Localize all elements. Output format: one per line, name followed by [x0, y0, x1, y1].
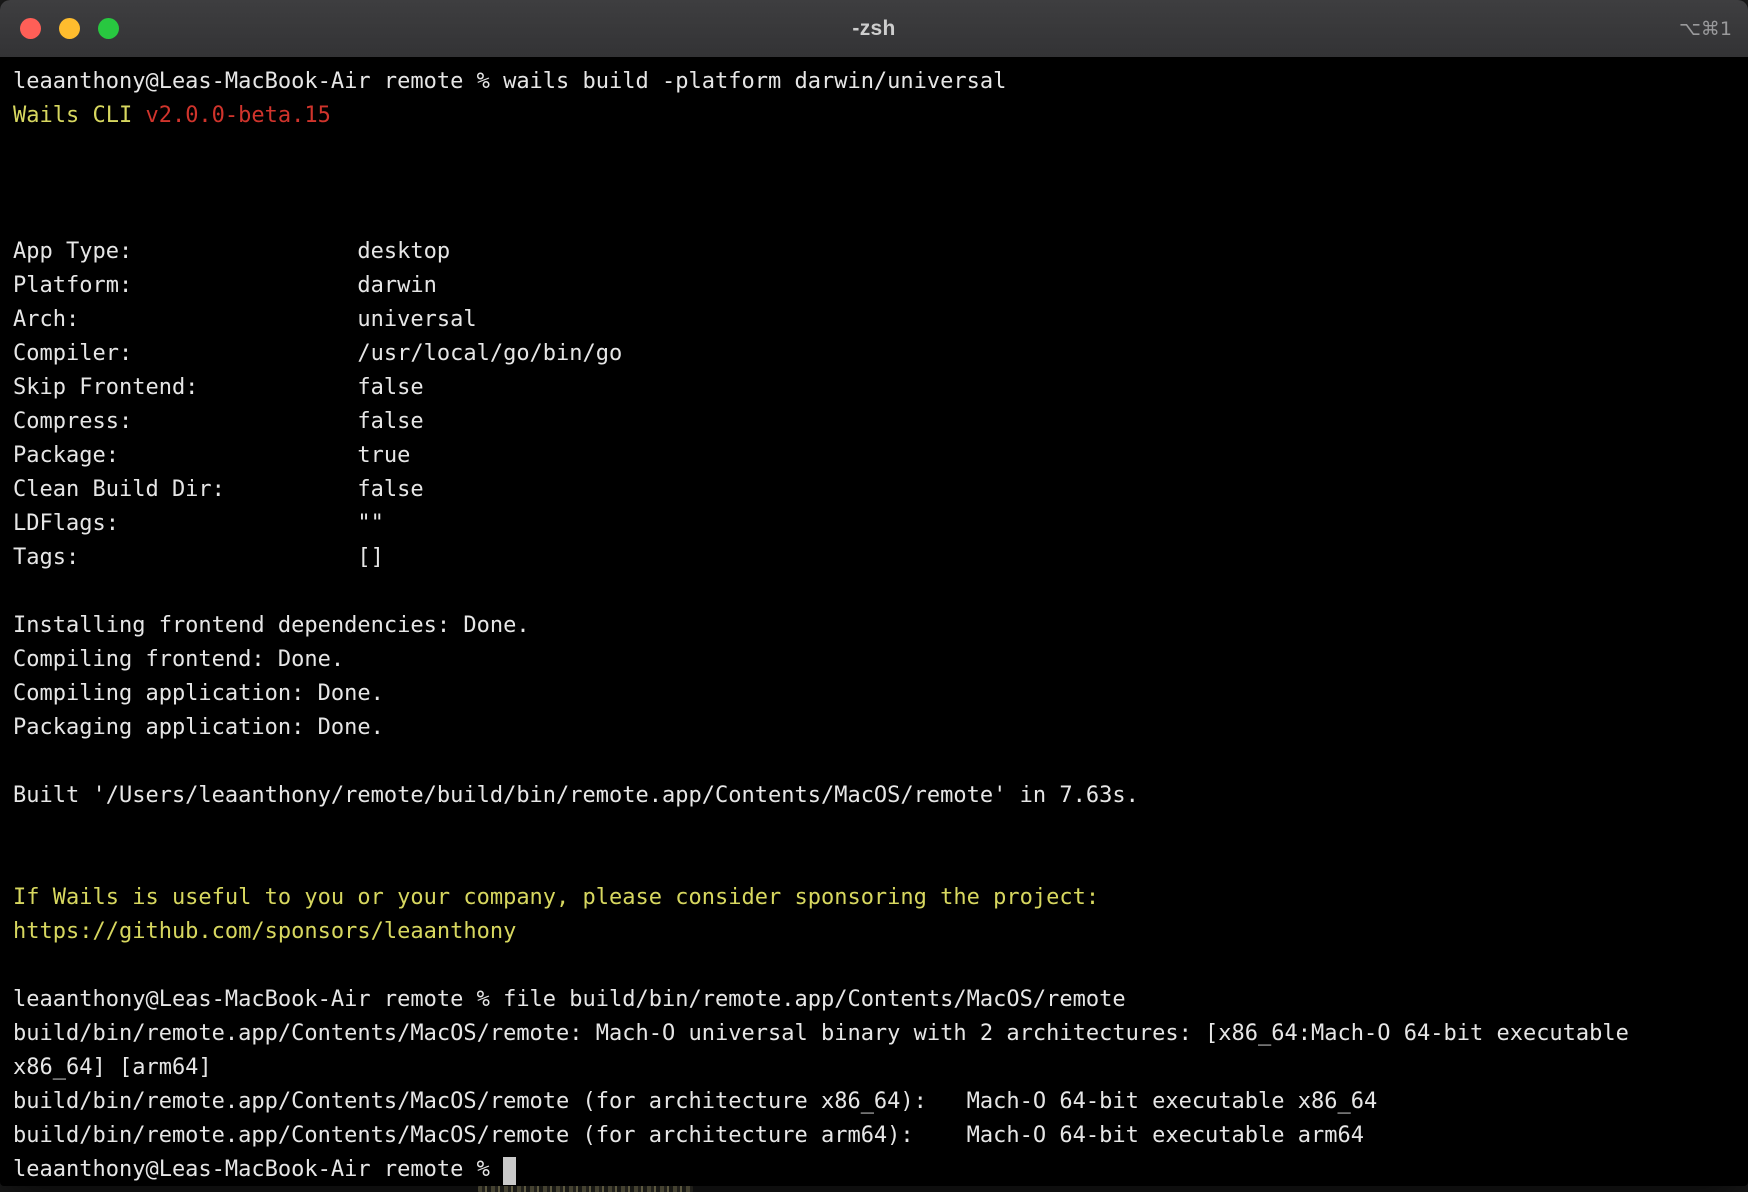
terminal-text-segment: If Wails is useful to you or your compan… — [13, 885, 1099, 910]
terminal-output[interactable]: leaanthony@Leas-MacBook-Air remote % wai… — [0, 58, 1748, 1186]
background-window-sliver — [478, 1186, 693, 1192]
terminal-text-segment: Arch: universal — [13, 307, 477, 332]
terminal-text-segment: leaanthony@Leas-MacBook-Air remote % wai… — [13, 69, 1006, 94]
terminal-link[interactable]: https://github.com/sponsors/leaanthony — [13, 919, 516, 944]
terminal-line: Installing frontend dependencies: Done. — [13, 609, 1735, 643]
terminal-text-segment: Platform: darwin — [13, 273, 437, 298]
terminal-line — [13, 575, 1735, 609]
terminal-line: Built '/Users/leaanthony/remote/build/bi… — [13, 779, 1735, 813]
terminal-line: Compiling frontend: Done. — [13, 643, 1735, 677]
terminal-text-segment: build/bin/remote.app/Contents/MacOS/remo… — [13, 1089, 1377, 1114]
terminal-line: Compress: false — [13, 405, 1735, 439]
terminal-text-segment: build/bin/remote.app/Contents/MacOS/remo… — [13, 1021, 1629, 1046]
terminal-text-segment: Wails CLI — [13, 103, 145, 128]
terminal-window: -zsh ⌥⌘1 leaanthony@Leas-MacBook-Air rem… — [0, 0, 1748, 1186]
terminal-line — [13, 813, 1735, 847]
terminal-line — [13, 133, 1735, 167]
window-title: -zsh — [852, 17, 895, 41]
window-shortcut-badge: ⌥⌘1 — [1679, 18, 1732, 40]
terminal-line: Packaging application: Done. — [13, 711, 1735, 745]
terminal-text-segment: Packaging application: Done. — [13, 715, 384, 740]
terminal-text-segment: Clean Build Dir: false — [13, 477, 424, 502]
terminal-line: Compiler: /usr/local/go/bin/go — [13, 337, 1735, 371]
terminal-line — [13, 745, 1735, 779]
terminal-line: build/bin/remote.app/Contents/MacOS/remo… — [13, 1119, 1735, 1153]
terminal-line: App Type: desktop — [13, 235, 1735, 269]
terminal-text-segment: leaanthony@Leas-MacBook-Air remote % fil… — [13, 987, 1126, 1012]
terminal-text-segment: x86_64] [arm64] — [13, 1055, 212, 1080]
terminal-text-segment: Skip Frontend: false — [13, 375, 424, 400]
terminal-line: Clean Build Dir: false — [13, 473, 1735, 507]
terminal-line: Skip Frontend: false — [13, 371, 1735, 405]
terminal-line: Tags: [] — [13, 541, 1735, 575]
terminal-text-segment: Built '/Users/leaanthony/remote/build/bi… — [13, 783, 1139, 808]
terminal-text-segment: Tags: [] — [13, 545, 384, 570]
terminal-line — [13, 847, 1735, 881]
terminal-text-segment: build/bin/remote.app/Contents/MacOS/remo… — [13, 1123, 1364, 1148]
terminal-text-segment: Package: true — [13, 443, 410, 468]
terminal-line: leaanthony@Leas-MacBook-Air remote % — [13, 1153, 1735, 1186]
terminal-text-segment: Compress: false — [13, 409, 424, 434]
terminal-line: Wails CLI v2.0.0-beta.15 — [13, 99, 1735, 133]
window-titlebar[interactable]: -zsh ⌥⌘1 — [0, 0, 1748, 58]
terminal-line: x86_64] [arm64] — [13, 1051, 1735, 1085]
terminal-line: https://github.com/sponsors/leaanthony — [13, 915, 1735, 949]
close-button[interactable] — [20, 18, 41, 39]
terminal-cursor — [503, 1157, 516, 1185]
terminal-line: build/bin/remote.app/Contents/MacOS/remo… — [13, 1085, 1735, 1119]
terminal-line: Arch: universal — [13, 303, 1735, 337]
terminal-line: If Wails is useful to you or your compan… — [13, 881, 1735, 915]
traffic-lights — [20, 18, 119, 39]
terminal-line: LDFlags: "" — [13, 507, 1735, 541]
terminal-text-segment: Compiling frontend: Done. — [13, 647, 344, 672]
terminal-line — [13, 949, 1735, 983]
terminal-line — [13, 167, 1735, 201]
zoom-button[interactable] — [98, 18, 119, 39]
terminal-text-segment: v2.0.0-beta.15 — [145, 103, 330, 128]
terminal-line: Package: true — [13, 439, 1735, 473]
terminal-line: Platform: darwin — [13, 269, 1735, 303]
terminal-line: leaanthony@Leas-MacBook-Air remote % wai… — [13, 65, 1735, 99]
terminal-text-segment: Installing frontend dependencies: Done. — [13, 613, 530, 638]
terminal-text-segment: Compiling application: Done. — [13, 681, 384, 706]
terminal-line: Compiling application: Done. — [13, 677, 1735, 711]
terminal-line — [13, 201, 1735, 235]
terminal-line: leaanthony@Leas-MacBook-Air remote % fil… — [13, 983, 1735, 1017]
terminal-text-segment: LDFlags: "" — [13, 511, 384, 536]
terminal-text-segment: Compiler: /usr/local/go/bin/go — [13, 341, 622, 366]
minimize-button[interactable] — [59, 18, 80, 39]
terminal-line: build/bin/remote.app/Contents/MacOS/remo… — [13, 1017, 1735, 1051]
terminal-text-segment: leaanthony@Leas-MacBook-Air remote % — [13, 1157, 503, 1182]
terminal-text-segment: App Type: desktop — [13, 239, 450, 264]
